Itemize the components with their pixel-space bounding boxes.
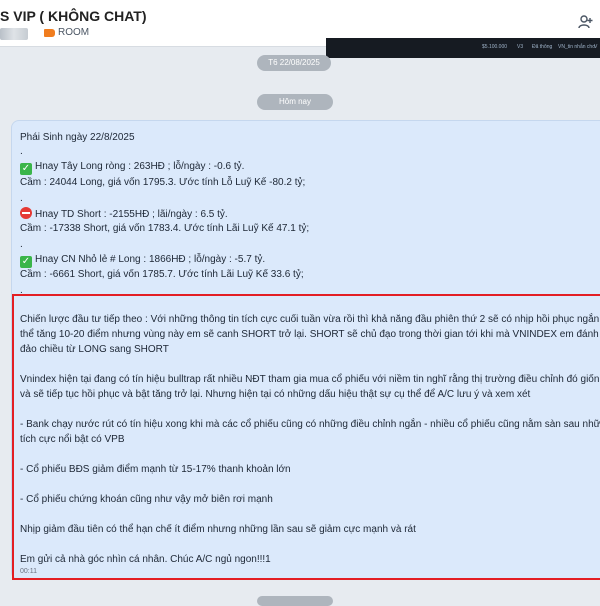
check-mark-icon: ✓	[20, 256, 32, 268]
message-time: 00:11	[20, 568, 37, 575]
chat-title[interactable]: S VIP ( KHÔNG CHAT)	[0, 8, 147, 24]
message-line: Vnindex hiện tại đang có tín hiệu bulltr…	[20, 374, 600, 385]
pinned-preview-strip[interactable]: $5.100.000 V3 Đã thông VN_tin nhắn cho V	[326, 38, 600, 58]
message-line: .	[20, 193, 23, 204]
message-line: đảo chiều từ LONG sang SHORT	[20, 344, 169, 355]
add-members-icon[interactable]	[578, 14, 594, 30]
message-line: .	[20, 146, 23, 157]
next-date-separator	[257, 596, 333, 606]
message-line: và sẽ tiếp tục hồi phục và bật tăng trở …	[20, 389, 531, 400]
message-line: Cầm : -17338 Short, giá vốn 1783.4. Ước …	[20, 223, 310, 234]
message-line: Nhịp giảm đầu tiên có thể hạn chế ít điể…	[20, 524, 416, 535]
preview-item: VN_tin nhắn cho	[558, 44, 595, 50]
message-line: ✓ Hnay Tây Long ròng : 263HĐ ; lỗ/ngày : …	[20, 161, 245, 175]
message-line: tích cực nổi bật có VPB	[20, 434, 125, 445]
today-separator: Hôm nay	[257, 94, 333, 110]
message-line: ✓ Hnay CN Nhỏ lẻ # Long : 1866HĐ ; lỗ/ngà…	[20, 254, 266, 268]
message-line: Hnay TD Short : -2155HĐ ; lãi/ngày : 6.5…	[20, 207, 228, 221]
message-line: Cầm : 24044 Long, giá vốn 1795.3. Ước tí…	[20, 177, 306, 188]
preview-item: V	[594, 44, 598, 50]
blurred-avatar	[0, 28, 28, 40]
room-tag-label[interactable]: ROOM	[58, 27, 89, 38]
message-line: - Cổ phiếu chứng khoán cũng như vậy mở b…	[20, 494, 273, 505]
message-line: Cầm : -6661 Short, giá vốn 1785.7. Ước t…	[20, 269, 304, 280]
tag-icon	[44, 29, 55, 37]
preview-item: V3	[517, 44, 524, 50]
check-mark-icon: ✓	[20, 163, 32, 175]
message-line: .	[20, 285, 23, 296]
message-line: Chiến lược đầu tư tiếp theo : Với những …	[20, 314, 600, 325]
date-separator: T6 22/08/2025	[257, 55, 331, 71]
message-line: thể tăng 10-20 điểm nhưng vùng này em sẽ…	[20, 329, 600, 340]
message-line: Em gửi cả nhà góc nhìn cá nhân. Chúc A/C…	[20, 554, 271, 565]
message-line: Phái Sinh ngày 22/8/2025	[20, 132, 135, 143]
message-line: - Cổ phiếu BĐS giảm điểm mạnh từ 15-17% …	[20, 464, 291, 475]
message-line: .	[20, 239, 23, 250]
message-line: - Bank chạy nước rút có tín hiệu xong kh…	[20, 419, 600, 430]
preview-item: Đã thông	[532, 44, 553, 50]
no-entry-icon	[20, 207, 32, 219]
preview-item: $5.100.000	[482, 44, 508, 50]
